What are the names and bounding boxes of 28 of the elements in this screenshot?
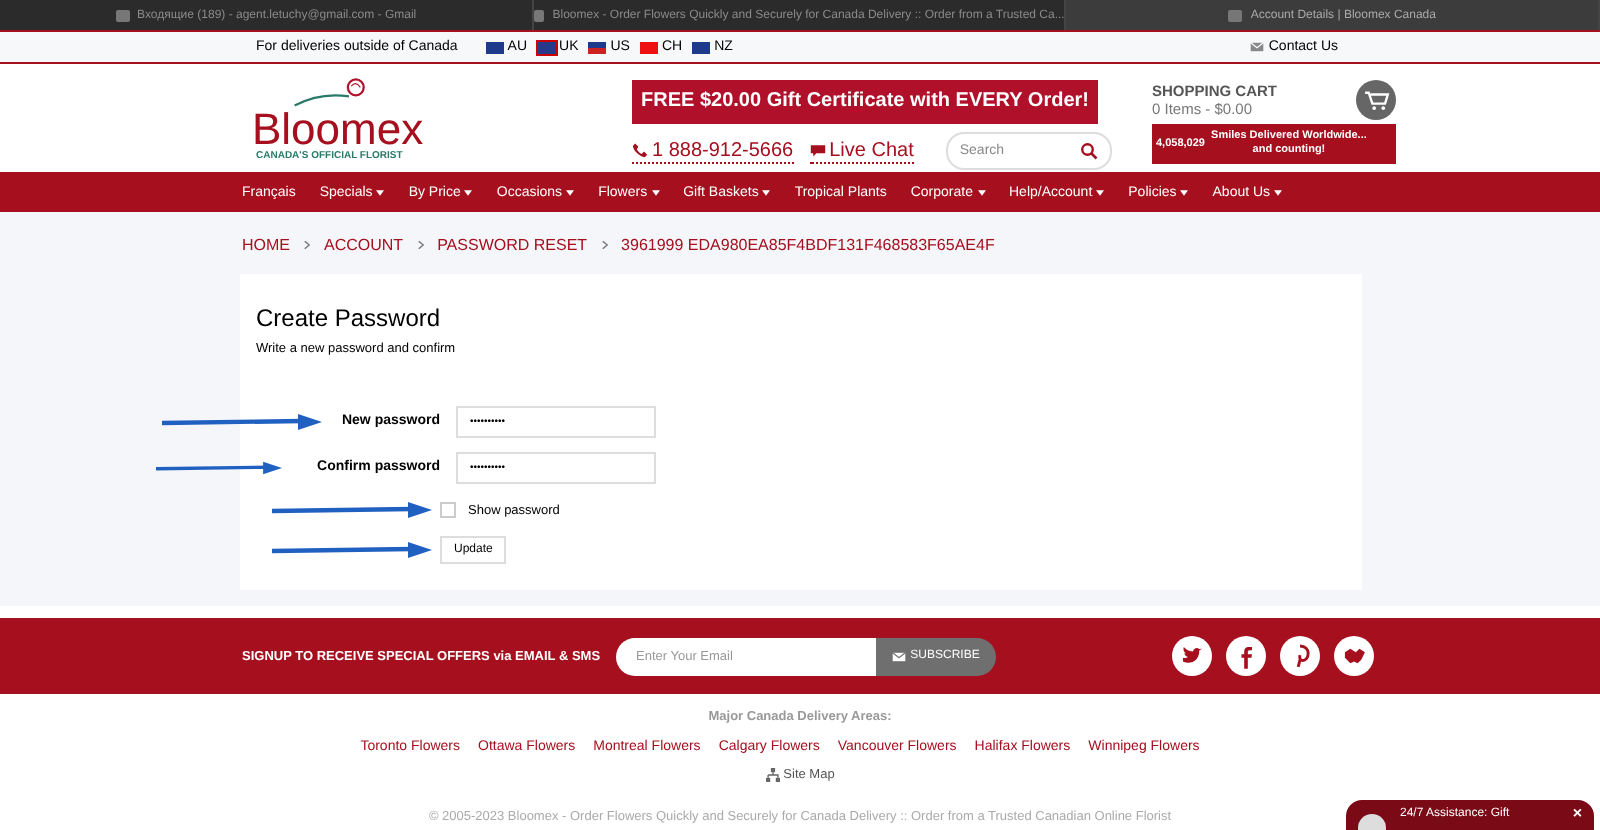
show-password-checkbox[interactable] [440,502,456,518]
chat-bubble-icon [809,142,826,158]
tab-favicon-icon [533,9,545,21]
breadcrumb-link[interactable]: 3961999 EDA980EA85F4BDF131F468583F65AE4F [621,236,995,254]
tab-favicon-icon [115,9,130,21]
twitter-icon[interactable] [1172,636,1212,676]
chevron-icon [304,240,310,250]
sitemap-icon [765,768,780,782]
search-icon [1080,142,1098,160]
live-chat-link[interactable]: Live Chat [809,139,914,163]
promo-banner[interactable]: FREE $20.00 Gift Certificate with EVERY Order! [632,80,1098,124]
breadcrumb-link[interactable]: HOME [242,236,290,254]
envelope-icon [892,651,907,661]
cart-icon[interactable] [1356,80,1396,120]
form-title: Create Password [256,304,443,332]
tab-favicon-icon [1228,9,1243,21]
logo-text: Bloomex [252,110,424,150]
chevron-icon [601,240,608,250]
phone-icon [632,142,648,158]
envelope-icon [1250,42,1265,52]
phone-link[interactable]: 1 888-912-5666 [632,139,794,163]
breadcrumb-link[interactable]: PASSWORD RESET [437,236,588,254]
facebook-icon[interactable] [1226,636,1266,676]
close-button[interactable]: × [1572,804,1582,822]
arrow-annotation [156,459,282,475]
chevron-icon [417,240,424,250]
breadcrumb-link[interactable]: ACCOUNT [324,236,404,254]
pinterest-icon[interactable] [1280,636,1320,676]
